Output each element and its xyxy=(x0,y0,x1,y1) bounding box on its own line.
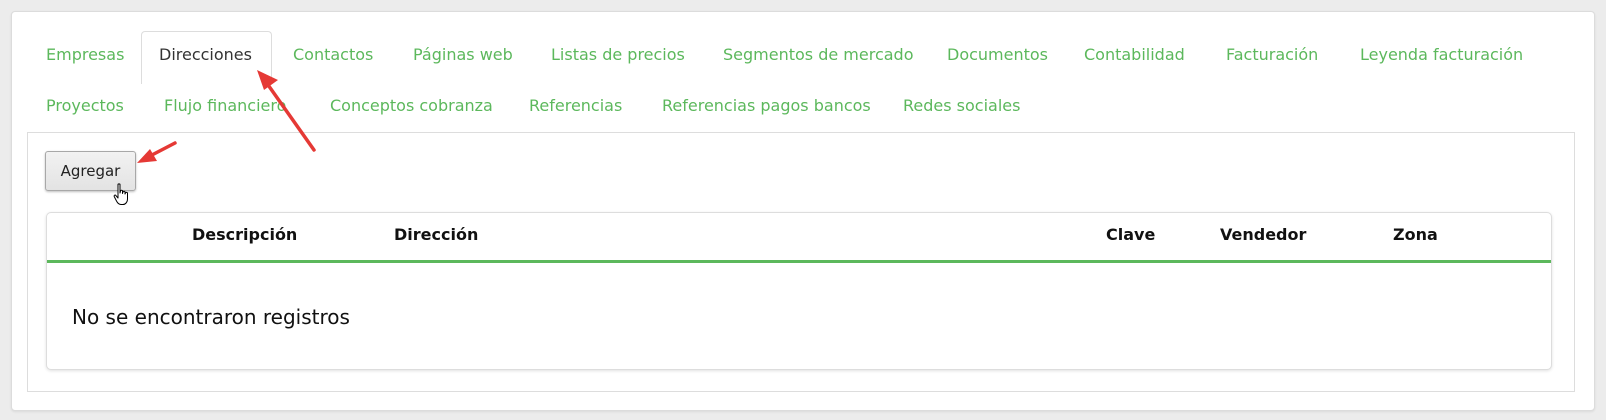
tab-empresas[interactable]: Empresas xyxy=(46,45,124,65)
tab-segmentos-de-mercado[interactable]: Segmentos de mercado xyxy=(723,45,914,65)
column-header-descripcion[interactable]: Descripción xyxy=(192,225,297,245)
tab-referencias[interactable]: Referencias xyxy=(529,96,622,116)
addresses-table: Descripción Dirección Clave Vendedor Zon… xyxy=(46,212,1552,370)
tab-contabilidad[interactable]: Contabilidad xyxy=(1084,45,1185,65)
tab-paginas-web[interactable]: Páginas web xyxy=(413,45,513,65)
tab-facturacion[interactable]: Facturación xyxy=(1226,45,1318,65)
tab-conceptos-cobranza[interactable]: Conceptos cobranza xyxy=(330,96,493,116)
column-header-clave[interactable]: Clave xyxy=(1106,225,1155,245)
tab-leyenda-facturacion[interactable]: Leyenda facturación xyxy=(1360,45,1523,65)
tab-contactos[interactable]: Contactos xyxy=(293,45,373,65)
tab-listas-de-precios[interactable]: Listas de precios xyxy=(551,45,685,65)
tab-documentos[interactable]: Documentos xyxy=(947,45,1048,65)
tab-referencias-pagos-bancos[interactable]: Referencias pagos bancos xyxy=(662,96,871,116)
tab-proyectos[interactable]: Proyectos xyxy=(46,96,124,116)
tab-flujo-financiero[interactable]: Flujo financiero xyxy=(164,96,286,116)
table-header-divider xyxy=(47,260,1551,263)
hand-cursor-icon xyxy=(113,183,128,205)
tab-direcciones[interactable]: Direcciones xyxy=(159,45,252,65)
column-header-direccion[interactable]: Dirección xyxy=(394,225,478,245)
column-header-vendedor[interactable]: Vendedor xyxy=(1220,225,1306,245)
empty-table-message: No se encontraron registros xyxy=(72,305,350,329)
column-header-zona[interactable]: Zona xyxy=(1393,225,1438,245)
tab-redes-sociales[interactable]: Redes sociales xyxy=(903,96,1020,116)
